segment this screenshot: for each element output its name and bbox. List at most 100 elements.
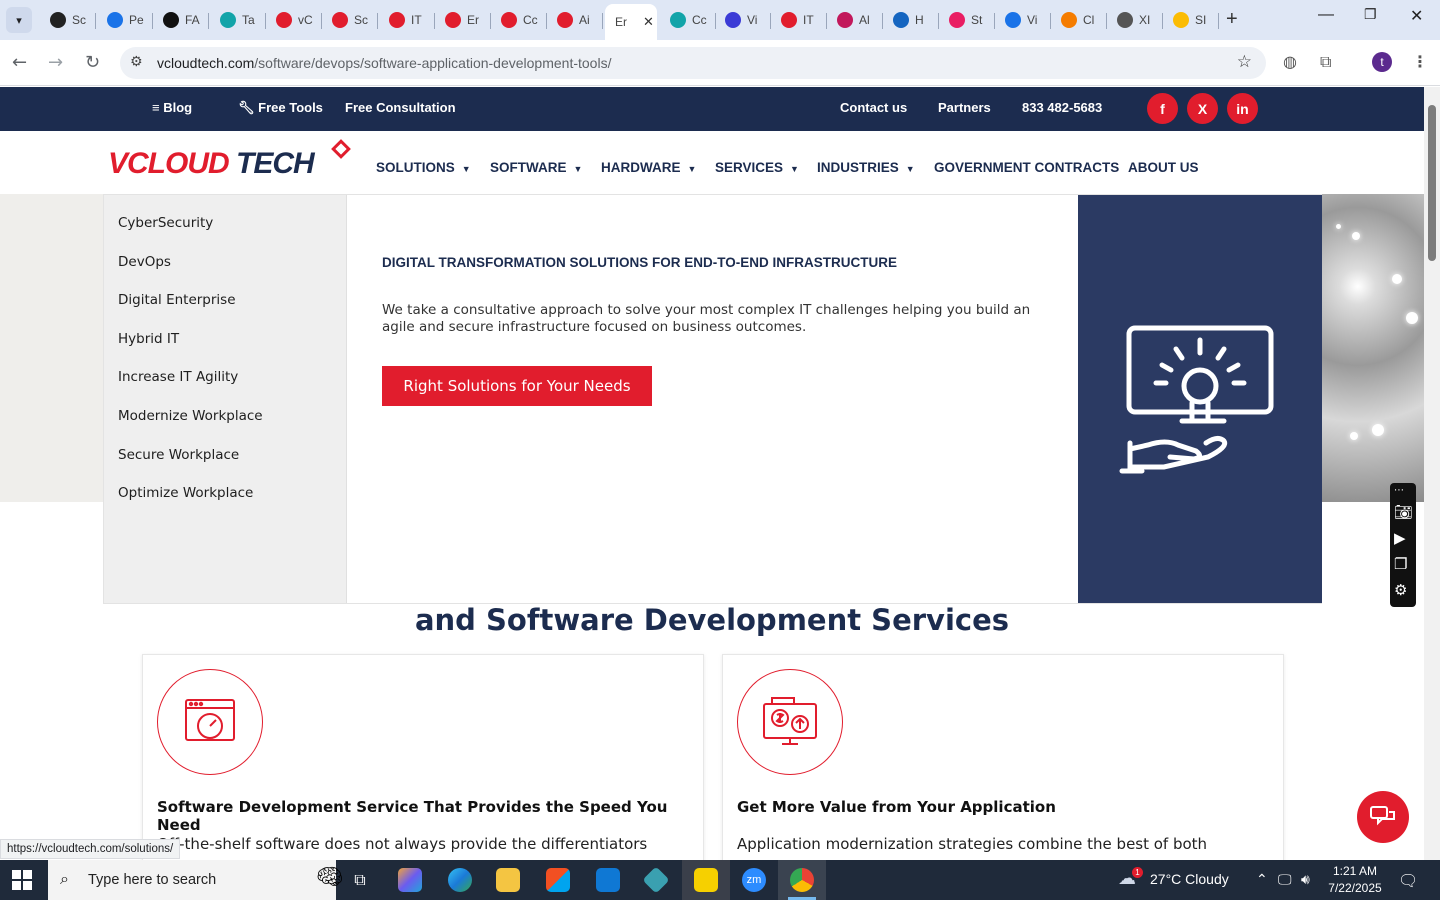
notifications-icon[interactable]: 🗨︎ xyxy=(1398,871,1418,891)
bookmark-star-icon[interactable]: ☆ xyxy=(1237,52,1252,72)
browser-tab[interactable]: Pe xyxy=(97,6,153,34)
browser-tab[interactable]: FA xyxy=(153,6,209,34)
show-hidden-icons-chevron-icon[interactable]: ⌃ xyxy=(1256,871,1268,888)
nav-item[interactable]: ABOUT US xyxy=(1128,160,1199,175)
contact-link[interactable]: Contact us xyxy=(840,100,907,115)
nav-item[interactable]: HARDWARE ▼ xyxy=(601,160,696,175)
translate-icon[interactable]: ◍ xyxy=(1283,52,1297,71)
video-camera-icon[interactable]: ▶ xyxy=(1394,529,1406,547)
browser-tab[interactable]: Cc xyxy=(491,6,547,34)
browser-tab[interactable]: SI xyxy=(1163,6,1219,34)
tab-favicon-icon xyxy=(725,12,741,28)
camera-icon[interactable]: 📷︎ xyxy=(1394,503,1413,521)
mega-menu-item[interactable]: Digital Enterprise xyxy=(118,292,236,308)
search-placeholder: Type here to search xyxy=(88,872,217,888)
facebook-icon[interactable]: f xyxy=(1147,93,1178,124)
taskbar-search[interactable]: ⌕ Type here to search 🧠︎ xyxy=(48,860,344,900)
section-title: and Software Development Services xyxy=(414,603,1010,637)
reload-button[interactable]: ↻ xyxy=(85,52,100,73)
back-button[interactable]: ← xyxy=(12,52,27,73)
browser-tab[interactable]: Sc xyxy=(40,6,96,34)
task-view-icon[interactable]: ⧉ xyxy=(336,860,384,900)
browser-tab[interactable]: H xyxy=(883,6,939,34)
browser-tab[interactable]: Er xyxy=(435,6,491,34)
browser-menu-icon[interactable]: ⋮ xyxy=(1412,52,1428,71)
system-clock[interactable]: 1:21 AM 7/22/2025 xyxy=(1322,863,1388,897)
tab-search-button[interactable]: ▾ xyxy=(6,7,32,33)
close-tab-icon[interactable]: ✕ xyxy=(643,14,654,30)
nav-item[interactable]: SOLUTIONS ▼ xyxy=(376,160,471,175)
windows-start-icon[interactable] xyxy=(12,870,32,890)
site-logo[interactable]: VCLOUD TECH xyxy=(108,147,315,181)
x-twitter-icon[interactable]: X xyxy=(1187,93,1218,124)
more-options-icon[interactable]: ⋯ xyxy=(1394,485,1404,496)
copilot-icon[interactable] xyxy=(386,860,434,900)
nav-item[interactable]: INDUSTRIES ▼ xyxy=(817,160,915,175)
nav-item-label: SERVICES xyxy=(715,160,784,175)
volume-icon[interactable]: 🔊︎ xyxy=(1301,871,1310,888)
page-scrollbar[interactable] xyxy=(1424,87,1440,860)
file-explorer-icon[interactable] xyxy=(484,860,532,900)
mega-menu-item[interactable]: Hybrid IT xyxy=(118,331,179,347)
scrollbar-thumb[interactable] xyxy=(1428,105,1436,261)
browser-tab[interactable]: IT xyxy=(771,6,827,34)
app-cube-icon[interactable] xyxy=(632,860,680,900)
network-icon[interactable]: 🖵︎ xyxy=(1278,871,1292,888)
browser-tab[interactable]: IT xyxy=(379,6,435,34)
mega-menu-item[interactable]: DevOps xyxy=(118,254,171,270)
mega-menu-item[interactable]: Increase IT Agility xyxy=(118,369,238,385)
nav-item[interactable]: SOFTWARE ▼ xyxy=(490,160,582,175)
right-solutions-button[interactable]: Right Solutions for Your Needs xyxy=(382,366,652,406)
free-consultation-link[interactable]: Free Consultation xyxy=(345,100,456,115)
tab-label: Cl xyxy=(1083,13,1095,27)
browser-tab[interactable]: XI xyxy=(1107,6,1163,34)
chat-button[interactable] xyxy=(1357,791,1409,843)
tab-favicon-icon xyxy=(445,12,461,28)
extensions-icon[interactable]: ⧉ xyxy=(1320,52,1331,72)
zoom-icon[interactable]: zm xyxy=(730,860,778,900)
browser-tab[interactable]: vC xyxy=(266,6,322,34)
mega-menu-item[interactable]: Secure Workplace xyxy=(118,447,239,463)
site-info-icon[interactable]: ⚙ xyxy=(130,54,143,70)
mega-menu-item[interactable]: Modernize Workplace xyxy=(118,408,263,424)
browser-tab[interactable]: St xyxy=(939,6,995,34)
tab-label: XI xyxy=(1139,13,1151,27)
browser-tab[interactable]: Al xyxy=(827,6,883,34)
tab-favicon-icon xyxy=(1061,12,1077,28)
nav-item[interactable]: SERVICES ▼ xyxy=(715,160,799,175)
microsoft-store-icon[interactable] xyxy=(534,860,582,900)
browser-tab[interactable]: Ai xyxy=(547,6,603,34)
browser-tab[interactable]: Vi xyxy=(995,6,1051,34)
url-text[interactable]: vcloudtech.com/software/devops/software-… xyxy=(157,55,611,71)
browser-tab[interactable]: Ta xyxy=(210,6,266,34)
settings-gear-icon[interactable]: ⚙ xyxy=(1394,581,1407,599)
weather-text[interactable]: 27°C Cloudy xyxy=(1150,871,1229,887)
maximize-button[interactable]: ❐ xyxy=(1364,6,1377,23)
browser-tab[interactable]: Vi xyxy=(715,6,771,34)
blog-link[interactable]: ≡ Blog xyxy=(152,100,192,115)
browser-tab[interactable]: Cc xyxy=(660,6,716,34)
browser-tab[interactable]: Sc xyxy=(322,6,378,34)
mega-menu-item[interactable]: Optimize Workplace xyxy=(118,485,253,501)
tab-favicon-icon xyxy=(670,12,686,28)
sticky-notes-icon[interactable] xyxy=(682,860,730,900)
profile-avatar[interactable]: t xyxy=(1372,52,1392,72)
edge-icon[interactable] xyxy=(436,860,484,900)
windows-icon[interactable]: ❐ xyxy=(1394,555,1407,573)
close-window-button[interactable]: ✕ xyxy=(1410,6,1423,26)
nav-item[interactable]: GOVERNMENT CONTRACTS xyxy=(934,160,1119,175)
forward-button[interactable]: → xyxy=(48,52,63,73)
browser-tab[interactable]: Cl xyxy=(1051,6,1107,34)
new-tab-button[interactable]: + xyxy=(1226,8,1238,31)
mail-icon[interactable] xyxy=(584,860,632,900)
phone-link[interactable]: 833 482-5683 xyxy=(1022,100,1102,115)
partners-link[interactable]: Partners xyxy=(938,100,991,115)
chrome-icon[interactable] xyxy=(778,860,826,900)
free-tools-link[interactable]: 🔧︎ Free Tools xyxy=(238,100,323,116)
linkedin-icon[interactable]: in xyxy=(1227,93,1258,124)
address-bar[interactable]: ⚙ vcloudtech.com/software/devops/softwar… xyxy=(120,47,1266,79)
browser-tab[interactable]: Er ✕ xyxy=(605,4,657,40)
minimize-button[interactable]: — xyxy=(1318,6,1334,24)
tab-label: H xyxy=(915,13,924,27)
mega-menu-item[interactable]: CyberSecurity xyxy=(118,215,213,231)
